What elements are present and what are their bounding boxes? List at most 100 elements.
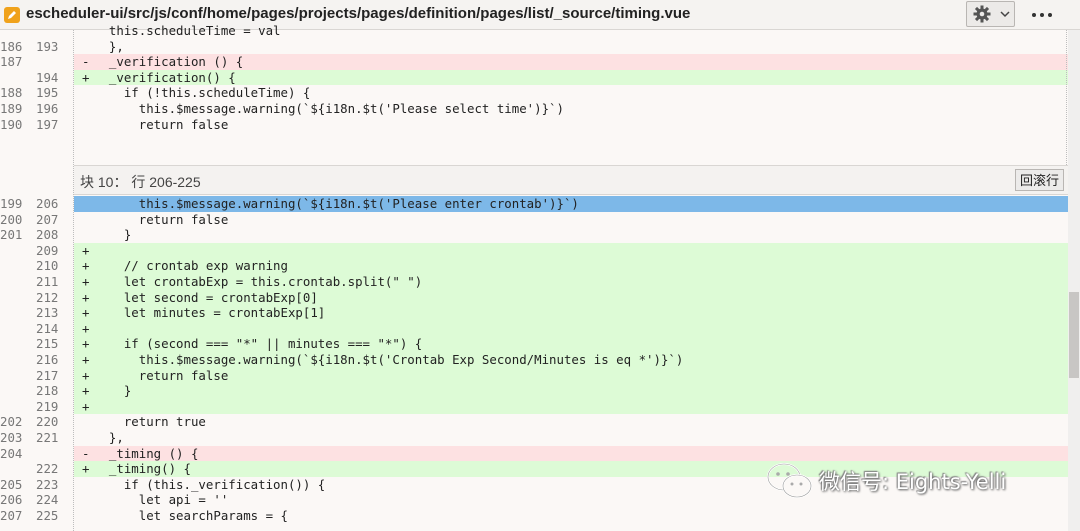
new-line-number: 219 bbox=[36, 398, 59, 414]
diff-marker: + bbox=[82, 289, 90, 305]
new-line-number: 207 bbox=[36, 211, 59, 227]
revert-lines-button[interactable]: 回滚行 bbox=[1014, 169, 1064, 191]
diff-marker: + bbox=[82, 383, 90, 399]
diff-line-body: if (!this.scheduleTime) { bbox=[74, 85, 1068, 101]
diff-line[interactable]: 214 + bbox=[0, 320, 1068, 337]
diff-line[interactable]: 215 + if (second === "*" || minutes === "… bbox=[0, 336, 1068, 352]
code-text: this.$message.warning(`${i18n.$t('Please… bbox=[94, 196, 579, 211]
diff-line-body: let searchParams = { bbox=[74, 508, 1068, 524]
new-line-number: 196 bbox=[36, 101, 59, 116]
diff-marker: + bbox=[82, 461, 90, 477]
new-line-number: 225 bbox=[36, 508, 59, 523]
old-line-number: 186 bbox=[0, 38, 23, 54]
old-line-number: 190 bbox=[0, 116, 23, 132]
code-text: _verification() { bbox=[94, 69, 236, 85]
vertical-scrollbar[interactable] bbox=[1068, 30, 1080, 531]
code-text: // crontab exp warning bbox=[94, 258, 288, 274]
diff-line[interactable]: 212 + let second = crontabExp[0] bbox=[0, 289, 1068, 306]
new-line-number: 217 bbox=[36, 367, 59, 383]
old-line-number: 206 bbox=[0, 492, 23, 508]
code-text: let second = crontabExp[0] bbox=[94, 289, 318, 305]
diff-line[interactable]: 219 + bbox=[0, 398, 1068, 415]
new-line-number: 214 bbox=[36, 320, 59, 336]
diff-line-body: + bbox=[74, 320, 1068, 337]
chevron-down-icon bbox=[1000, 11, 1010, 18]
diff-line[interactable]: 209 + bbox=[0, 242, 1068, 259]
diff-line-body: }, bbox=[74, 39, 1068, 55]
diff-marker: + bbox=[82, 274, 90, 289]
diff-line[interactable]: 194 + _verification() { bbox=[0, 69, 1068, 86]
code-text: if (second === "*" || minutes === "*") { bbox=[94, 336, 423, 352]
diff-line-body: }, bbox=[74, 430, 1068, 446]
diff-marker: - bbox=[82, 445, 90, 461]
code-text: }, bbox=[94, 430, 124, 445]
old-line-number: 199 bbox=[0, 196, 23, 211]
code-text: } bbox=[94, 383, 132, 399]
diff-line-body: + _verification() { bbox=[74, 69, 1068, 86]
diff-line-body: + bbox=[74, 398, 1068, 415]
new-line-number: 206 bbox=[36, 196, 59, 211]
diff-marker: + bbox=[82, 242, 90, 258]
diff-line[interactable]: 186 193 }, bbox=[0, 39, 1068, 55]
diff-line[interactable]: 218 + } bbox=[0, 383, 1068, 399]
diff-line[interactable]: 203 221 }, bbox=[0, 430, 1068, 446]
diff-marker: + bbox=[82, 320, 90, 336]
diff-line[interactable]: 217 + return false bbox=[0, 367, 1068, 384]
gutter-divider bbox=[73, 30, 74, 531]
diff-line[interactable]: this.scheduleTime = val bbox=[0, 23, 1068, 39]
diff-line[interactable]: 202 220 return true bbox=[0, 414, 1068, 430]
diff-line[interactable]: 188 195 if (!this.scheduleTime) { bbox=[0, 85, 1068, 101]
new-line-number: 216 bbox=[36, 352, 59, 367]
diff-line[interactable]: 207 225 let searchParams = { bbox=[0, 508, 1068, 524]
new-line-number: 197 bbox=[36, 116, 59, 132]
diff-marker: + bbox=[82, 352, 90, 367]
diff-line[interactable]: 213 + let minutes = crontabExp[1] bbox=[0, 305, 1068, 321]
diff-line-body: this.$message.warning(`${i18n.$t('Please… bbox=[74, 196, 1068, 212]
old-line-number: 202 bbox=[0, 414, 23, 430]
diff-line[interactable]: 216 + this.$message.warning(`${i18n.$t('C… bbox=[0, 352, 1068, 368]
code-text: return false bbox=[94, 367, 229, 383]
diff-line-body: + this.$message.warning(`${i18n.$t('Cron… bbox=[74, 352, 1068, 368]
code-text: if (!this.scheduleTime) { bbox=[94, 85, 311, 101]
diff-line[interactable]: 201 208 } bbox=[0, 227, 1068, 243]
code-text: _timing () { bbox=[94, 445, 199, 461]
code-text: let minutes = crontabExp[1] bbox=[94, 305, 326, 321]
new-line-number: 213 bbox=[36, 305, 59, 321]
diff-line-body: this.$message.warning(`${i18n.$t('Please… bbox=[74, 101, 1068, 117]
diff-line-body: + let second = crontabExp[0] bbox=[74, 289, 1068, 306]
file-edit-icon bbox=[4, 7, 20, 23]
diff-marker: + bbox=[82, 367, 90, 383]
new-line-number: 210 bbox=[36, 258, 59, 274]
diff-line[interactable]: 204 - _timing () { bbox=[0, 445, 1068, 462]
new-line-number: 194 bbox=[36, 69, 59, 85]
old-line-number: 201 bbox=[0, 227, 23, 243]
scrollbar-thumb[interactable] bbox=[1069, 292, 1079, 378]
diff-line[interactable]: 189 196 this.$message.warning(`${i18n.$t(… bbox=[0, 101, 1068, 117]
watermark-text: 微信号: Eights-Yelli bbox=[819, 470, 1007, 494]
new-line-number: 212 bbox=[36, 289, 59, 305]
diff-line-body: + return false bbox=[74, 367, 1068, 384]
old-line-number: 205 bbox=[0, 476, 23, 492]
code-text: return false bbox=[94, 116, 229, 132]
diff-line[interactable]: 211 + let crontabExp = this.crontab.split… bbox=[0, 274, 1068, 290]
diff-line[interactable]: 210 + // crontab exp warning bbox=[0, 258, 1068, 274]
diff-line-body: + // crontab exp warning bbox=[74, 258, 1068, 274]
new-line-number: 195 bbox=[36, 85, 59, 101]
diff-line-body: + bbox=[74, 242, 1068, 259]
old-line-number: 207 bbox=[0, 508, 23, 523]
old-line-number: 204 bbox=[0, 445, 23, 461]
diff-line-body: + let crontabExp = this.crontab.split(" … bbox=[74, 274, 1068, 290]
hunk-label: 块 10： 行 206-225 bbox=[80, 174, 201, 190]
diff-line[interactable]: 199 206 this.$message.warning(`${i18n.$t(… bbox=[0, 196, 1068, 212]
new-line-number: 223 bbox=[36, 476, 59, 492]
new-line-number: 224 bbox=[36, 492, 59, 508]
new-line-number: 220 bbox=[36, 414, 59, 430]
diff-line[interactable]: 200 207 return false bbox=[0, 212, 1068, 228]
old-line-number: 187 bbox=[0, 54, 23, 70]
diff-line[interactable]: 187 - _verification () { bbox=[0, 54, 1068, 70]
diff-line-body: return false bbox=[74, 117, 1068, 133]
diff-line[interactable]: 190 197 return false bbox=[0, 117, 1068, 133]
gutter-divider-right bbox=[1066, 30, 1067, 165]
wechat-icon bbox=[767, 463, 812, 498]
diff-line-body: + if (second === "*" || minutes === "*")… bbox=[74, 336, 1068, 352]
